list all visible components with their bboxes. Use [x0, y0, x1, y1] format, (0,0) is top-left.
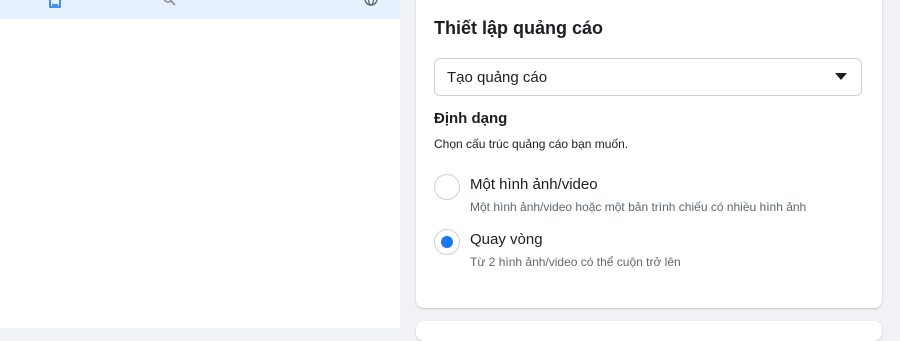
format-title: Định dạng — [434, 110, 508, 127]
document-icon[interactable] — [48, 0, 62, 8]
option-description: Một hình ảnh/video hoặc một bản trình ch… — [470, 200, 807, 214]
option-description: Từ 2 hình ảnh/video có thể cuộn trở lên — [470, 255, 681, 269]
right-pane: Thiết lập quảng cáo Tạo quảng cáo Định d… — [402, 0, 900, 341]
left-toolbar — [0, 0, 400, 19]
radio-carousel[interactable] — [434, 229, 460, 255]
ad-setup-title: Thiết lập quảng cáo — [434, 18, 604, 38]
caret-down-icon — [835, 73, 847, 80]
option-label: Quay vòng — [470, 231, 543, 248]
option-label: Một hình ảnh/video — [470, 176, 598, 193]
format-description: Chọn cấu trúc quảng cáo bạn muốn. — [434, 137, 629, 151]
format-option-single-image[interactable]: Một hình ảnh/video Một hình ảnh/video ho… — [434, 174, 874, 222]
radio-single-image[interactable] — [434, 174, 460, 200]
next-card — [416, 321, 882, 341]
ad-setup-card: Thiết lập quảng cáo Tạo quảng cáo Định d… — [416, 0, 882, 308]
ad-creation-select[interactable]: Tạo quảng cáo — [434, 58, 862, 96]
format-option-carousel[interactable]: Quay vòng Từ 2 hình ảnh/video có thể cuộ… — [434, 229, 874, 277]
globe-icon[interactable] — [364, 0, 378, 8]
search-icon[interactable] — [163, 0, 177, 8]
ad-creation-select-value: Tạo quảng cáo — [447, 69, 548, 86]
left-pane — [0, 0, 400, 328]
